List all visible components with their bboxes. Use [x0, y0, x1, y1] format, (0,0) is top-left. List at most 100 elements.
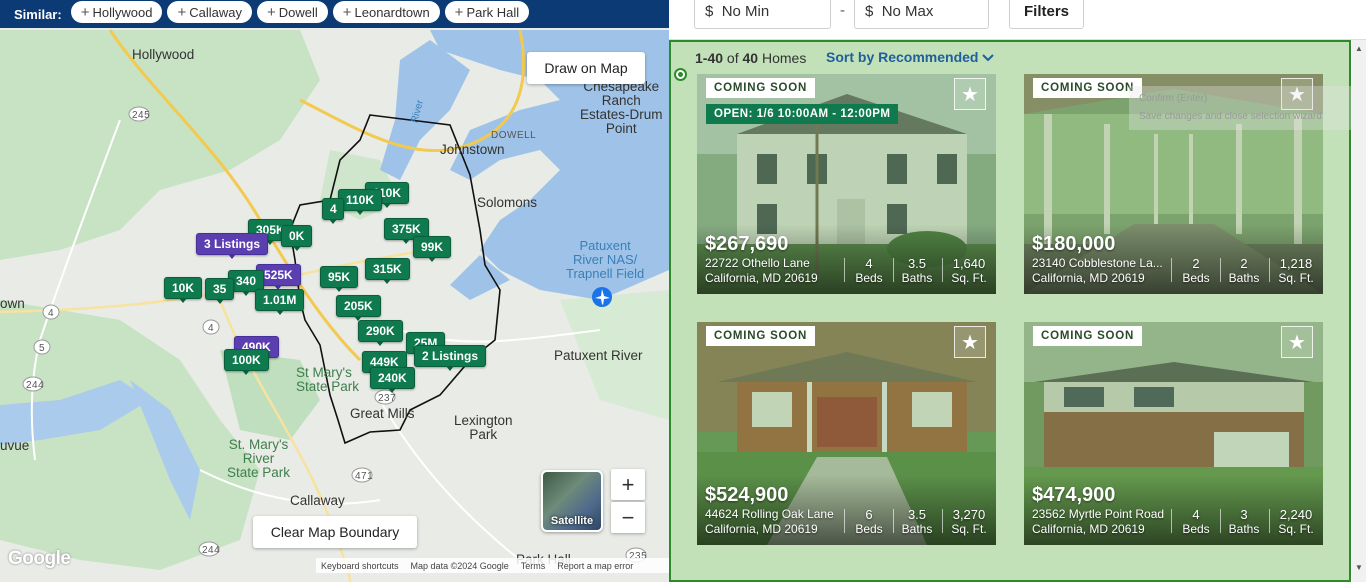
price-range-dash: - [840, 2, 845, 19]
listing-baths: 3.5 Baths [901, 507, 933, 536]
listing-sqft: 1,218 Sq. Ft. [1278, 256, 1314, 285]
route-471: 471 [355, 471, 374, 482]
listing-beds: 2 Beds [1182, 256, 1210, 285]
listings-scrollbar[interactable]: ▲ ▼ [1352, 40, 1366, 582]
filters-button[interactable]: Filters [1009, 0, 1084, 29]
google-logo: Google [8, 548, 71, 569]
listing-beds: 4 Beds [1182, 507, 1210, 536]
map-pin[interactable]: 290K [358, 320, 403, 346]
place-lexington-park: Lexington Park [454, 413, 513, 442]
plus-icon: + [454, 3, 464, 21]
listing-price: $474,900 [1032, 484, 1116, 506]
listing-card[interactable]: COMING SOON OPEN: 1/6 10:00AM - 12:00PM … [697, 74, 996, 294]
map-pin[interactable]: 110K [338, 189, 383, 215]
results-count: 1-40 of 40 Homes [695, 50, 807, 66]
scroll-up-icon[interactable]: ▲ [1355, 44, 1363, 53]
keyboard-shortcuts-link[interactable]: Keyboard shortcuts [321, 561, 399, 571]
place-chesapeake: Chesapeake Ranch Estates-Drum Point [580, 79, 663, 136]
place-patuxent-river: Patuxent River [554, 348, 643, 363]
map-pin-cluster[interactable]: 3 Listings [196, 233, 269, 259]
plus-icon: + [342, 3, 352, 21]
map-pin[interactable]: 4 [322, 198, 344, 224]
coming-soon-badge: COMING SOON [1033, 326, 1143, 346]
coming-soon-badge: COMING SOON [706, 326, 816, 346]
listing-address: 44624 Rolling Oak Lane California, MD 206… [705, 507, 834, 536]
listing-address: 22722 Othello Lane California, MD 20619 [705, 256, 818, 285]
listing-card[interactable]: COMING SOON ★ $474,900 23562 Myrtle Poin… [1024, 322, 1323, 545]
map-pin[interactable]: 99K [413, 236, 452, 262]
map-pin[interactable]: 10K [164, 277, 203, 303]
map-pin[interactable]: 240K [370, 367, 415, 393]
place-dowell: DOWELL [491, 130, 537, 141]
place-patuxent-nas: Patuxent River NAS/Trapnell Field [566, 238, 645, 281]
route-4: 4 [48, 308, 55, 319]
map-pin[interactable]: 95K [320, 266, 359, 292]
terms-link[interactable]: Terms [521, 561, 546, 571]
zoom-in-button[interactable]: + [611, 469, 645, 500]
listing-baths: 3.5 Baths [901, 256, 933, 285]
similar-bar: Similar: + Hollywood + Callaway + Dowell + L… [0, 0, 669, 28]
draw-on-map-button[interactable]: Draw on Map [527, 52, 645, 84]
filter-bar: $ No Min - $ No Max Filters [669, 0, 1366, 40]
satellite-label: Satellite [550, 515, 594, 527]
listing-beds: 4 Beds [855, 256, 883, 285]
zoom-out-button[interactable]: − [611, 502, 645, 533]
coming-soon-badge: COMING SOON [706, 78, 816, 98]
place-st-marys-state-park: St Mary's State Park [296, 365, 360, 394]
place-great-mills: Great Mills [350, 406, 415, 421]
map-pin[interactable]: 1.01M [255, 289, 305, 315]
route-244b: 244 [202, 545, 221, 556]
place-johnstown: Johnstown [440, 142, 505, 157]
place-town: own [0, 296, 25, 311]
listing-sqft: 2,240 Sq. Ft. [1278, 507, 1314, 536]
listing-address: 23140 Cobblestone La... California, MD 20… [1032, 256, 1163, 285]
route-4b: 4 [208, 323, 215, 334]
map-pin[interactable]: 0K [281, 225, 313, 251]
map-pane[interactable]: 245 4 5 4 244 237 471 244 235 Hollywood … [0, 0, 669, 582]
place-solomons: Solomons [477, 195, 538, 210]
map-pin[interactable]: 315K [365, 258, 410, 284]
listing-card[interactable]: COMING SOON ★ $524,900 44624 Rolling Oak… [697, 322, 996, 545]
price-min-field[interactable]: $ No Min [694, 0, 831, 29]
similar-chip-hollywood[interactable]: + Hollywood [70, 1, 163, 23]
plus-icon: + [266, 3, 276, 21]
report-error-link[interactable]: Report a map error [557, 561, 633, 571]
map-attribution: Keyboard shortcuts Map data ©2024 Google… [316, 558, 669, 573]
listing-beds: 6 Beds [855, 507, 883, 536]
listing-baths: 2 Baths [1228, 256, 1260, 285]
selection-target-icon[interactable] [674, 68, 687, 81]
favorite-star-icon[interactable]: ★ [954, 326, 986, 358]
map-pin[interactable]: 205K [336, 295, 381, 321]
map-data-text: Map data ©2024 Google [410, 560, 509, 571]
similar-chip-leonardtown[interactable]: + Leonardtown [332, 1, 440, 23]
map-pin-cluster[interactable]: 2 Listings [414, 345, 487, 371]
favorite-star-icon[interactable]: ★ [1281, 326, 1313, 358]
similar-chip-park-hall[interactable]: + Park Hall [444, 1, 530, 23]
coming-soon-badge: COMING SOON [1033, 78, 1143, 98]
wizard-tooltip: Confirm (Enter) Save changes and close se… [1129, 86, 1366, 130]
listing-price: $267,690 [705, 233, 789, 255]
similar-label: Similar: [14, 6, 62, 22]
route-237: 237 [378, 393, 397, 404]
satellite-toggle[interactable]: Satellite [541, 470, 603, 532]
similar-chip-dowell[interactable]: + Dowell [256, 1, 328, 23]
price-max-field[interactable]: $ No Max [854, 0, 989, 29]
sort-dropdown[interactable]: Sort by Recommended [826, 49, 995, 65]
place-hollywood: Hollywood [132, 47, 195, 62]
clear-map-boundary-button[interactable]: Clear Map Boundary [253, 516, 417, 548]
favorite-star-icon[interactable]: ★ [954, 78, 986, 110]
plus-icon: + [177, 3, 187, 21]
map-pin[interactable]: 100K [224, 349, 269, 375]
plus-icon: + [80, 3, 90, 21]
listing-price: $180,000 [1032, 233, 1116, 255]
listing-baths: 3 Baths [1228, 507, 1260, 536]
place-vue: uvue [0, 438, 30, 453]
place-callaway: Callaway [290, 493, 345, 508]
listing-sqft: 3,270 Sq. Ft. [951, 507, 987, 536]
map-pin[interactable]: 35 [205, 278, 235, 304]
listing-sqft: 1,640 Sq. Ft. [951, 256, 987, 285]
similar-chip-callaway[interactable]: + Callaway [167, 1, 252, 23]
route-5: 5 [39, 343, 46, 354]
scroll-down-icon[interactable]: ▼ [1355, 563, 1363, 572]
route-244: 244 [26, 380, 45, 391]
